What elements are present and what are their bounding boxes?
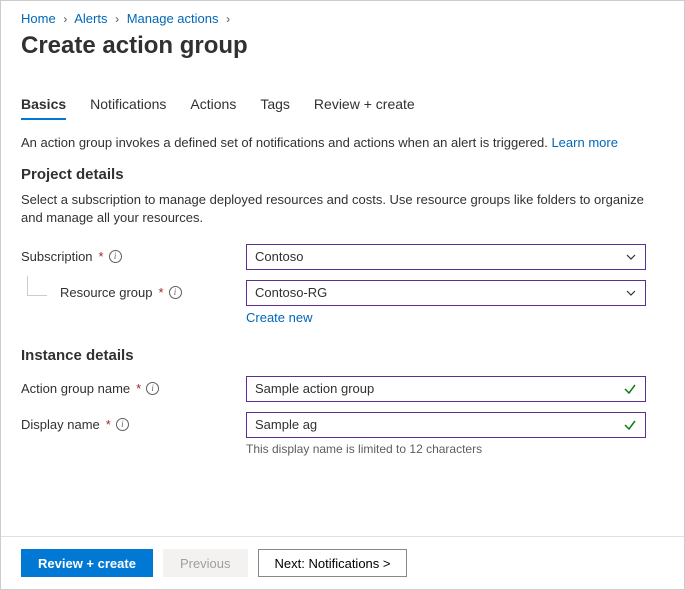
subscription-value: Contoso	[255, 249, 303, 264]
breadcrumb-manage-actions[interactable]: Manage actions	[127, 11, 219, 26]
action-group-name-value: Sample action group	[255, 381, 374, 396]
required-indicator: *	[99, 249, 104, 264]
required-indicator: *	[159, 285, 164, 300]
subscription-select[interactable]: Contoso	[246, 244, 646, 270]
create-new-link[interactable]: Create new	[246, 310, 312, 325]
display-name-value: Sample ag	[255, 417, 317, 432]
breadcrumb: Home › Alerts › Manage actions ›	[21, 11, 664, 26]
tab-actions[interactable]: Actions	[190, 90, 236, 120]
tab-tags[interactable]: Tags	[260, 90, 290, 120]
instance-details-heading: Instance details	[21, 347, 664, 364]
info-icon[interactable]: i	[169, 286, 182, 299]
chevron-down-icon	[625, 287, 637, 299]
display-name-hint: This display name is limited to 12 chara…	[246, 442, 646, 456]
checkmark-icon	[623, 418, 637, 432]
checkmark-icon	[623, 382, 637, 396]
breadcrumb-alerts[interactable]: Alerts	[74, 11, 107, 26]
tree-indent-line	[27, 276, 47, 296]
info-icon[interactable]: i	[109, 250, 122, 263]
chevron-right-icon: ›	[115, 12, 119, 26]
action-group-name-label: Action group name	[21, 381, 130, 396]
previous-button: Previous	[163, 549, 248, 577]
intro-text: An action group invokes a defined set of…	[21, 134, 664, 152]
project-details-heading: Project details	[21, 166, 664, 183]
learn-more-link[interactable]: Learn more	[551, 135, 617, 150]
resource-group-select[interactable]: Contoso-RG	[246, 280, 646, 306]
subscription-label: Subscription	[21, 249, 93, 264]
breadcrumb-home[interactable]: Home	[21, 11, 56, 26]
footer-bar: Review + create Previous Next: Notificat…	[1, 536, 684, 589]
tab-notifications[interactable]: Notifications	[90, 90, 166, 120]
action-group-name-input[interactable]: Sample action group	[246, 376, 646, 402]
resource-group-value: Contoso-RG	[255, 285, 327, 300]
info-icon[interactable]: i	[146, 382, 159, 395]
page-title: Create action group	[21, 32, 664, 60]
resource-group-label: Resource group	[60, 285, 153, 300]
required-indicator: *	[106, 417, 111, 432]
required-indicator: *	[136, 381, 141, 396]
chevron-right-icon: ›	[63, 12, 67, 26]
next-button[interactable]: Next: Notifications >	[258, 549, 408, 577]
info-icon[interactable]: i	[116, 418, 129, 431]
tab-basics[interactable]: Basics	[21, 90, 66, 120]
review-create-button[interactable]: Review + create	[21, 549, 153, 577]
display-name-label: Display name	[21, 417, 100, 432]
display-name-input[interactable]: Sample ag	[246, 412, 646, 438]
chevron-down-icon	[625, 251, 637, 263]
tab-bar: Basics Notifications Actions Tags Review…	[21, 90, 664, 120]
project-details-desc: Select a subscription to manage deployed…	[21, 191, 664, 227]
chevron-right-icon: ›	[226, 12, 230, 26]
tab-review-create[interactable]: Review + create	[314, 90, 415, 120]
